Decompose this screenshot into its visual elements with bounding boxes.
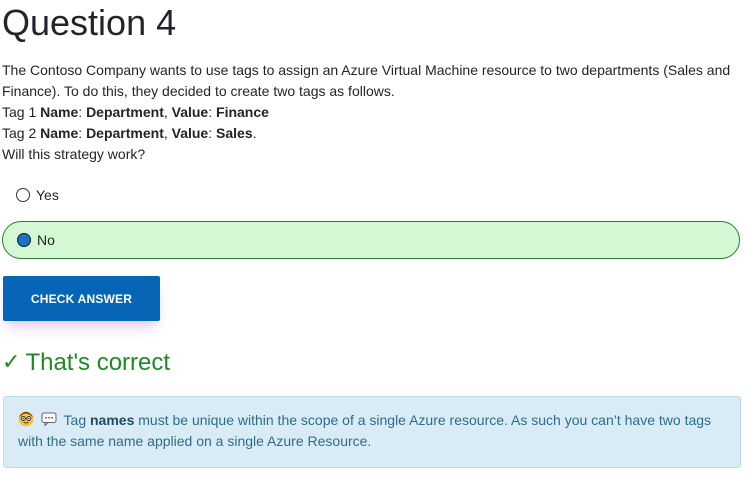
explanation-prefix: Tag: [63, 412, 90, 428]
option-no-label: No: [37, 232, 55, 248]
radio-no[interactable]: [17, 233, 31, 247]
result-text: That's correct: [25, 349, 171, 376]
tag-1-name-label: Name: [40, 104, 79, 120]
question-body: The Contoso Company wants to use tags to…: [2, 60, 742, 165]
check-answer-button[interactable]: CHECK ANSWER: [3, 276, 160, 321]
speech-bubble-icon: [41, 412, 57, 426]
option-yes-label: Yes: [36, 187, 59, 203]
tag-1-value-value: Finance: [216, 104, 269, 120]
option-yes[interactable]: Yes: [2, 176, 740, 214]
radio-yes[interactable]: [16, 188, 30, 202]
checkmark-icon: ✓: [2, 350, 21, 375]
explanation-bold: names: [90, 412, 135, 428]
question-title: Question 4: [2, 2, 177, 43]
explanation-box: Tag names must be unique within the scop…: [3, 396, 741, 468]
result-message: ✓ That's correct: [2, 347, 170, 379]
question-intro: The Contoso Company wants to use tags to…: [2, 62, 731, 99]
question-prompt: Will this strategy work?: [2, 146, 146, 162]
tag-2-value-value: Sales: [216, 125, 253, 141]
tag-2-line: Tag 2 Name: Department, Value: Sales.: [2, 125, 257, 141]
tag-2-prefix: Tag 2: [2, 125, 41, 141]
option-no[interactable]: No: [2, 221, 740, 259]
quiz-page: Question 4 The Contoso Company wants to …: [0, 0, 746, 477]
tag-2-name-label: Name: [40, 125, 79, 141]
tag-1-name-value: Department: [86, 104, 164, 120]
nerd-face-icon: [18, 411, 34, 427]
tag-1-line: Tag 1 Name: Department, Value: Finance: [2, 104, 269, 120]
tag-1-prefix: Tag 1: [2, 104, 41, 120]
tag-1-value-label: Value: [171, 104, 209, 120]
tag-2-value-label: Value: [171, 125, 209, 141]
tag-2-name-value: Department: [86, 125, 164, 141]
